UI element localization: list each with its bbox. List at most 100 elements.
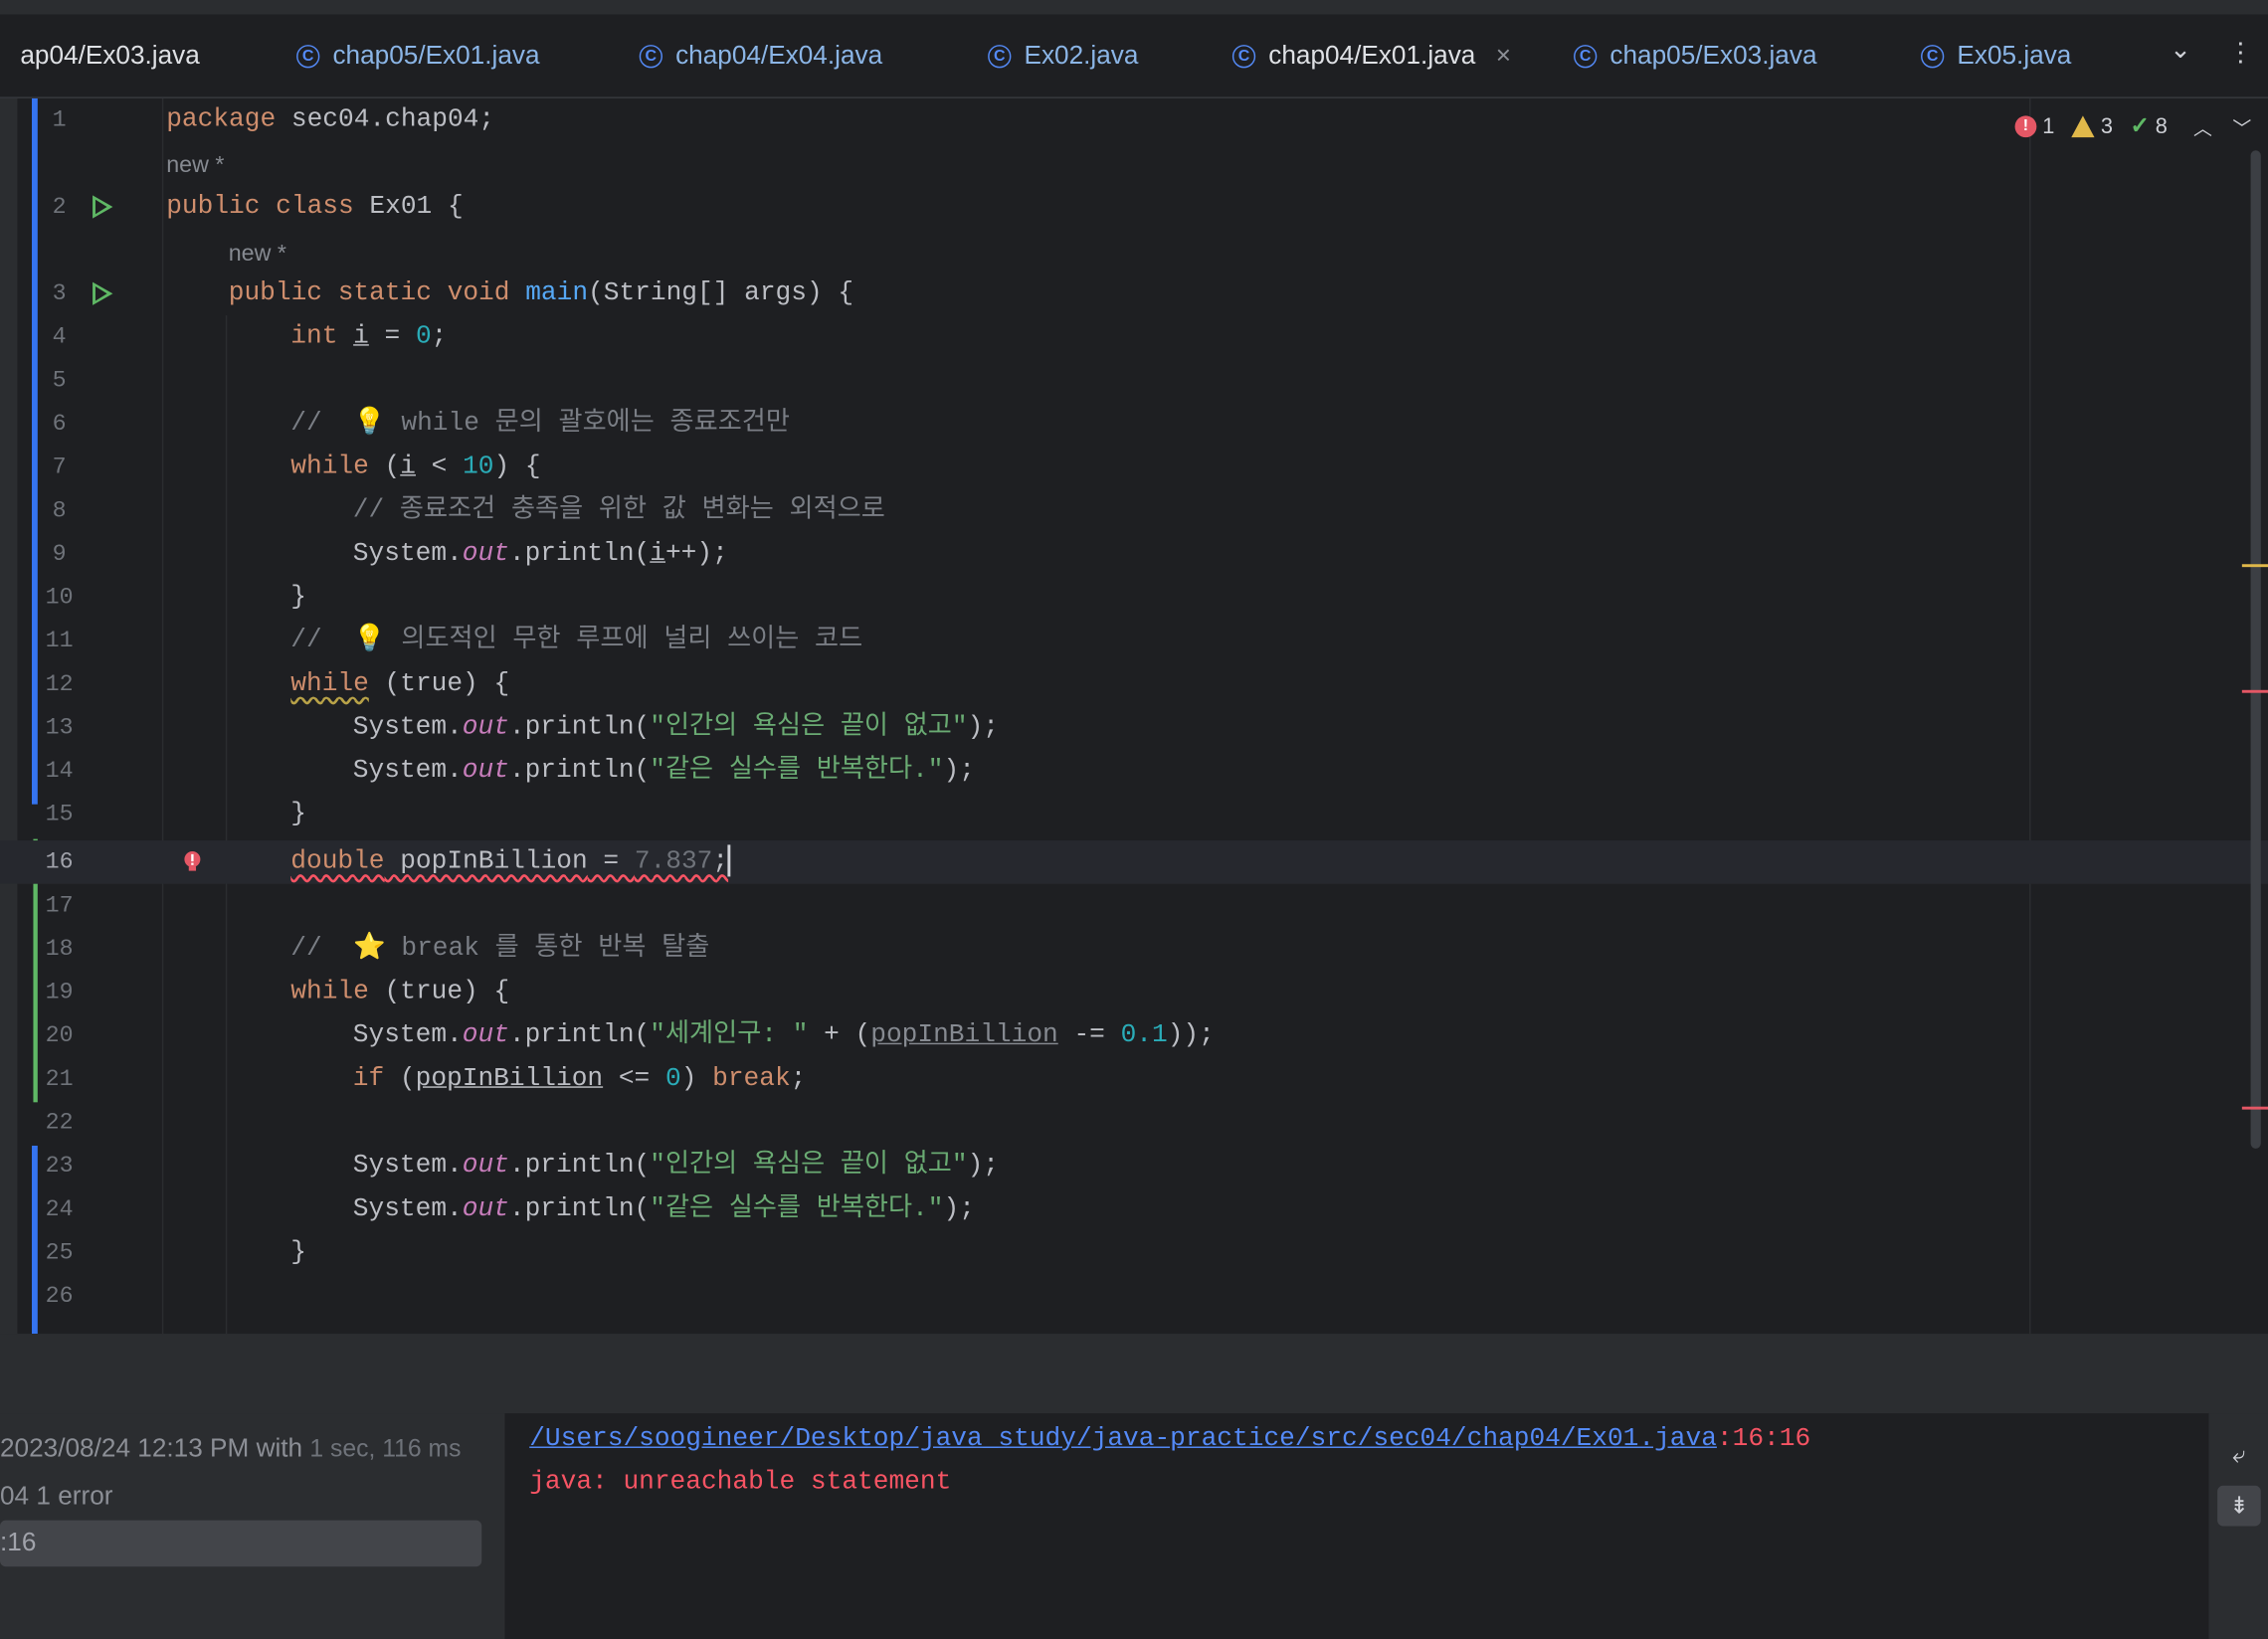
line-number: 4 (52, 323, 67, 350)
code-line-22: 22 (0, 1101, 2025, 1145)
number-literal: 0 (415, 322, 432, 352)
method-name: main (525, 278, 589, 308)
scroll-to-end-icon[interactable]: ⇟ (2217, 1485, 2261, 1527)
run-icon[interactable] (93, 195, 113, 219)
editor-tab-bar: ap04/Ex03.java Cchap05/Ex01.java Cchap04… (0, 14, 2268, 110)
code-editor[interactable]: ! 1 3 ✓ 8 ︿ ﹀ 1 package sec04.chap04; new … (0, 97, 2268, 1335)
line-number: 9 (52, 540, 67, 568)
code-text: } (290, 800, 306, 829)
error-stripe-marker[interactable] (2241, 1106, 2268, 1110)
tab-label: Ex02.java (1024, 40, 1139, 70)
code-text: ( (368, 453, 401, 482)
build-error-node[interactable]: :16 (0, 1528, 36, 1558)
code-text: .println( (508, 756, 651, 786)
chevron-up-icon[interactable]: ︿ (2193, 112, 2212, 140)
soft-wrap-icon[interactable]: ⤶ (2217, 1436, 2261, 1477)
error-bulb-icon[interactable] (182, 850, 202, 873)
code-text: System. (352, 539, 463, 569)
code-text: < (415, 453, 464, 482)
variable: popInBillion (415, 1064, 604, 1094)
keyword: if (352, 1064, 385, 1094)
class-icon: C (296, 44, 320, 68)
keyword: while (290, 453, 369, 482)
code-text: System. (352, 1020, 463, 1050)
error-position: :16:16 (1716, 1424, 1811, 1454)
run-icon[interactable] (93, 281, 113, 305)
tab-label: chap04/Ex04.java (675, 40, 883, 70)
chevron-down-icon[interactable]: ﹀ (2232, 112, 2251, 140)
code-text: .println( (508, 1194, 651, 1224)
line-number: 13 (45, 714, 74, 741)
code-line-16: 16 double popInBillion = 7.837; (0, 840, 2268, 884)
code-text: <= (603, 1064, 665, 1094)
code-line-13: 13 System.out.println("인간의 욕심은 끝이 없고"); (0, 706, 2025, 750)
code-line-25: 25 } (0, 1231, 2025, 1275)
line-number: 3 (52, 280, 67, 307)
number-literal: 0 (664, 1064, 681, 1094)
line-number: 2 (52, 193, 67, 221)
code-line-15: 15 } (0, 793, 2025, 836)
right-margin-guide (2029, 97, 2031, 1335)
tab-chap05-ex01[interactable]: Cchap05/Ex01.java (296, 15, 540, 97)
code-text: Ex01 { (353, 192, 464, 222)
line-number: 16 (45, 848, 74, 875)
tab-label: chap05/Ex03.java (1609, 40, 1817, 70)
code-line-8: 8 // 종료조건 충족을 위한 값 변화는 외적으로 (0, 489, 2025, 533)
typo-count: 8 (2155, 113, 2168, 138)
keyword: while (290, 978, 369, 1007)
code-line-5: 5 (0, 359, 2025, 403)
chevron-down-icon[interactable]: ⌄ (2170, 35, 2191, 66)
keyword: while (290, 669, 369, 699)
selected-tree-row[interactable] (0, 1520, 482, 1567)
tab-label: chap04/Ex01.java (1268, 40, 1476, 70)
code-text: = (368, 322, 416, 352)
tab-chap05-ex03[interactable]: Cchap05/Ex03.java (1574, 15, 1817, 97)
code-text: .println( (508, 1020, 651, 1050)
build-module-line[interactable]: 04 1 error (0, 1481, 112, 1512)
tool-window-header (0, 1334, 2268, 1414)
string-literal: "같은 실수를 반복한다." (650, 1194, 944, 1224)
code-text: (true) { (368, 978, 510, 1007)
close-icon[interactable]: × (1496, 41, 1511, 72)
build-output-console[interactable]: /Users/soogineer/Desktop/java_study/java… (504, 1413, 2209, 1639)
tab-ex05[interactable]: C Ex05.java (1921, 15, 2071, 97)
warning-icon (2071, 114, 2096, 137)
keyword: int (290, 322, 338, 352)
tab-chap04-ex04[interactable]: Cchap04/Ex04.java (639, 15, 883, 97)
error-file-link[interactable]: /Users/soogineer/Desktop/java_study/java… (529, 1425, 1717, 1454)
more-vertical-icon[interactable]: ⋮ (2227, 38, 2253, 69)
comment: // 💡 의도적인 무한 루프에 널리 쓰이는 코드 (290, 626, 863, 655)
class-icon: C (639, 44, 662, 68)
editor-scrollbar[interactable] (2250, 150, 2261, 1149)
build-duration: 1 sec, 116 ms (309, 1434, 462, 1463)
code-text: System. (352, 756, 463, 786)
code-text: ); (943, 1194, 975, 1224)
code-text: + ( (808, 1020, 871, 1050)
tab-chap04-ex01[interactable]: Cchap04/Ex01.java × (1231, 15, 1511, 97)
line-number: 10 (45, 584, 74, 611)
keyword: public static void (228, 278, 510, 308)
line-number: 26 (45, 1283, 74, 1310)
code-line-2: 2 public class Ex01 { (0, 185, 2025, 229)
code-line-10: 10 } (0, 576, 2025, 620)
string-literal: "세계인구: " (650, 1020, 809, 1050)
tab-label: Ex05.java (1957, 40, 2072, 70)
codevision-hint[interactable]: new * (166, 144, 224, 188)
code-line-23: 23 System.out.println("인간의 욕심은 끝이 없고"); (0, 1145, 2025, 1188)
tab-ex02[interactable]: C Ex02.java (988, 15, 1138, 97)
class-icon: C (1921, 44, 1945, 68)
error-stripe-marker[interactable] (2241, 689, 2268, 693)
build-result-line[interactable]: 2023/08/24 12:13 PM with 1 sec, 116 ms (0, 1433, 461, 1464)
codevision-hint[interactable]: new * (229, 233, 286, 276)
code-line-9: 9 System.out.println(i++); (0, 532, 2025, 576)
line-number: 12 (45, 670, 74, 698)
code-line-14: 14 System.out.println("같은 실수를 반복한다."); (0, 749, 2025, 793)
inspection-widget[interactable]: ! 1 3 ✓ 8 ︿ ﹀ (2014, 111, 2251, 140)
code-line-19: 19 while (true) { (0, 971, 2025, 1014)
tab-chap04-ex03[interactable]: ap04/Ex03.java (20, 15, 199, 97)
build-timestamp: 2023/08/24 12:13 PM with (0, 1433, 303, 1463)
code-text: .println( (508, 1151, 651, 1181)
warning-stripe-marker[interactable] (2241, 564, 2268, 568)
line-number: 22 (45, 1109, 74, 1136)
code-text: System. (352, 1194, 463, 1224)
